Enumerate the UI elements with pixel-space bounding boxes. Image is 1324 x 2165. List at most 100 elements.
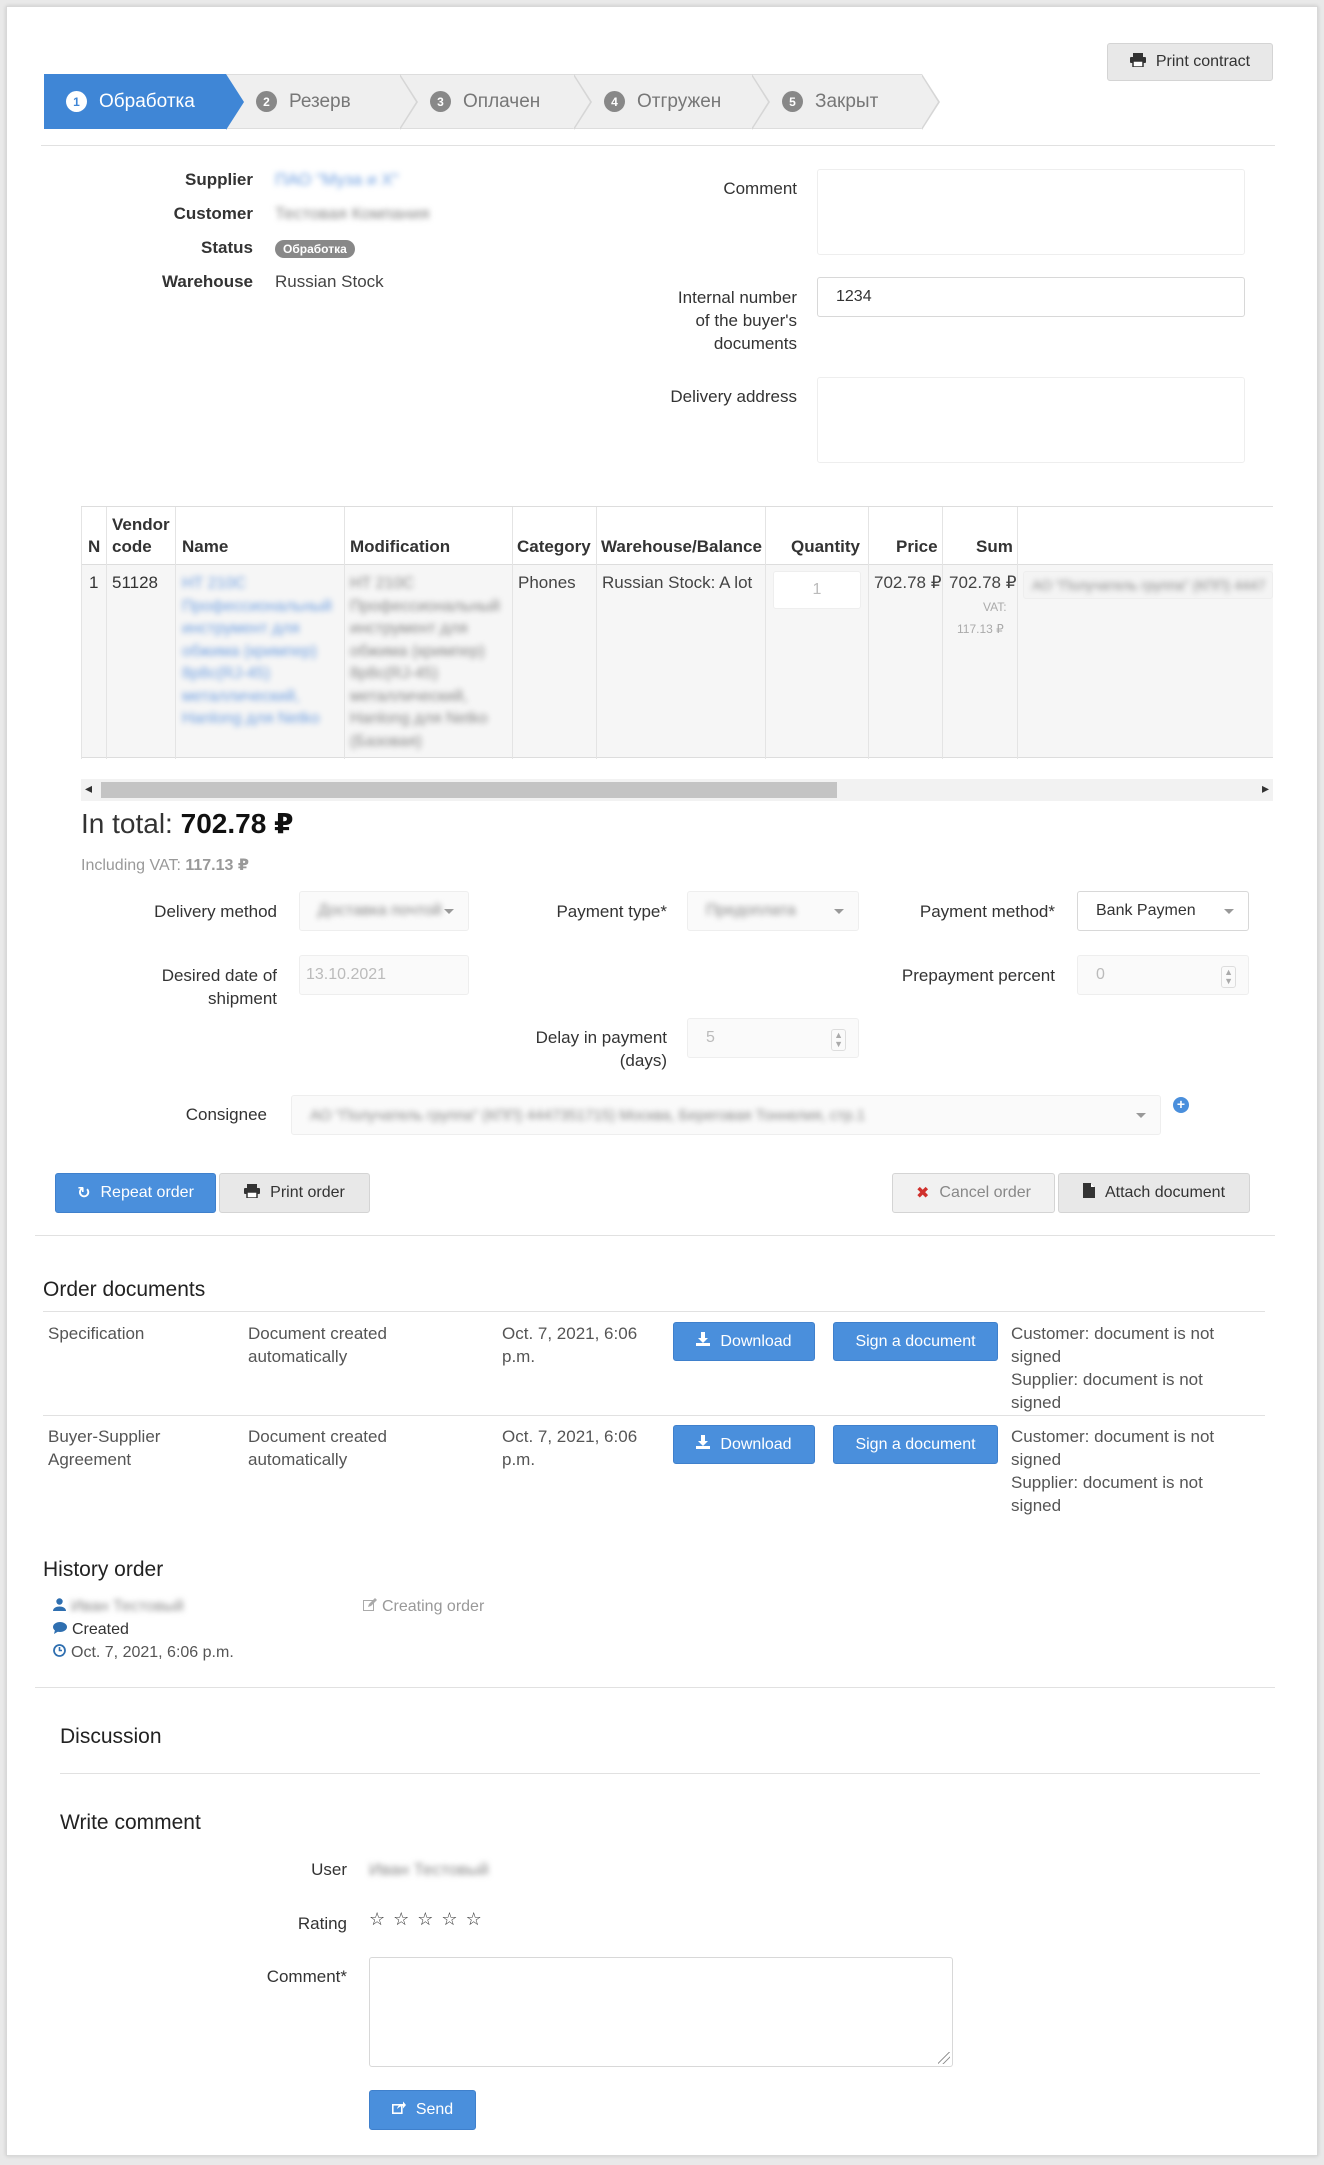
comment-field[interactable] (369, 1957, 953, 2067)
payment-method-select[interactable]: Bank Paymen (1077, 891, 1249, 931)
doc-created-2: automatically (248, 1347, 348, 1366)
including-vat: Including VAT: 117.13 ₽ (81, 855, 249, 875)
step-label: Закрыт (815, 90, 879, 112)
delay-input[interactable]: 5 ▲ ▼ (687, 1018, 859, 1058)
comment-textarea[interactable] (817, 169, 1245, 255)
print-order-button[interactable]: Print order (219, 1173, 370, 1213)
repeat-order-button[interactable]: ↻ Repeat order (55, 1173, 216, 1213)
scroll-thumb[interactable] (101, 782, 837, 798)
doc-supplier-status-1: Supplier: document is not (1011, 1370, 1203, 1389)
resize-handle-icon[interactable] (938, 2052, 950, 2064)
doc-date-2: p.m. (502, 1347, 536, 1366)
payment-type-select[interactable]: Предоплата (687, 891, 859, 931)
row-n: 1 (89, 573, 99, 592)
attach-document-button[interactable]: Attach document (1058, 1173, 1250, 1213)
desired-date-input[interactable]: 13.10.2021 (299, 955, 469, 995)
close-icon: ✖ (915, 1185, 930, 1202)
user-value: Иван Тестовый (369, 1860, 489, 1879)
customer-label: Customer (173, 204, 253, 223)
internal-number-label-2: of the buyer's (695, 311, 797, 330)
doc-supplier-status-1: Supplier: document is not (1011, 1473, 1203, 1492)
step-label: Оплачен (463, 90, 541, 112)
internal-number-input[interactable]: 1234 (817, 277, 1245, 317)
send-button[interactable]: Send (369, 2090, 476, 2130)
sign-document-button[interactable]: Sign a document (833, 1322, 998, 1361)
doc-customer-status-1: Customer: document is not (1011, 1427, 1215, 1446)
page-frame: Print contract 1 Обработка 2 Резерв 3 Оп… (6, 6, 1318, 2156)
step-number: 1 (66, 91, 87, 112)
comment-field-label: Comment* (266, 1967, 347, 1986)
star-icon[interactable]: ☆ (417, 1909, 433, 1929)
doc-customer-status-1: Customer: document is not (1011, 1324, 1215, 1343)
step-number: 2 (256, 91, 277, 112)
scroll-left-icon[interactable]: ◂ (85, 780, 92, 797)
col-sum: Sum (976, 537, 1013, 556)
step-label: Резерв (289, 90, 351, 112)
rating-stars[interactable]: ☆ ☆ ☆ ☆ ☆ (369, 1909, 490, 1930)
download-button[interactable]: Download (673, 1425, 815, 1464)
col-modification: Modification (350, 537, 451, 556)
edit-icon (363, 1598, 377, 1616)
payment-method-label: Payment method* (919, 902, 1055, 921)
step-closed[interactable]: 5 Закрыт (752, 74, 940, 130)
col-warehouse: Warehouse/Balance (601, 537, 762, 556)
doc-name: Specification (48, 1324, 145, 1343)
sign-document-button[interactable]: Sign a document (833, 1425, 998, 1464)
col-category: Category (517, 537, 591, 556)
row-modification: НТ 210С Профессиональный инструмент для обж… (350, 575, 500, 750)
write-comment-title: Write comment (60, 1811, 201, 1834)
including-vat-label: Including VAT: (81, 857, 181, 874)
step-reserve[interactable]: 2 Резерв (226, 74, 418, 130)
prepayment-input[interactable]: 0 ▲ ▼ (1077, 955, 1249, 995)
including-vat-value: 117.13 ₽ (185, 857, 249, 874)
row-consignee-select[interactable]: АО "Получатель группа" (КПП) 4447 (1023, 571, 1273, 599)
consignee-select[interactable]: АО "Получатель группа" (КПП) 4447351715)… (291, 1095, 1161, 1135)
customer-value: Тестовая Компания (275, 204, 430, 223)
doc-name: Buyer-Supplier (48, 1427, 161, 1446)
doc-created-2: automatically (248, 1450, 348, 1469)
doc-date-1: Oct. 7, 2021, 6:06 (502, 1427, 638, 1446)
spinner-icon[interactable]: ▲ ▼ (1221, 966, 1236, 988)
delivery-method-label: Delivery method (154, 902, 277, 921)
file-icon (1082, 1183, 1095, 1203)
doc-customer-status-2: signed (1011, 1450, 1062, 1469)
row-warehouse: Russian Stock: A lot (602, 573, 753, 592)
add-consignee-icon[interactable]: + (1173, 1097, 1189, 1113)
scroll-right-icon[interactable]: ▸ (1262, 780, 1269, 797)
comment-icon (53, 1621, 67, 1639)
download-icon (696, 1435, 711, 1454)
step-processing[interactable]: 1 Обработка (44, 74, 244, 130)
delivery-method-select[interactable]: Доставка почтой (299, 891, 469, 931)
consignee-label: Consignee (185, 1105, 267, 1124)
doc-name-2: Agreement (48, 1450, 132, 1469)
star-icon[interactable]: ☆ (466, 1909, 482, 1929)
step-number: 5 (782, 91, 803, 112)
total-value: 702.78 ₽ (180, 808, 294, 839)
star-icon[interactable]: ☆ (369, 1909, 385, 1929)
row-name-link[interactable]: НТ 210С Профессиональный инструмент для обж… (182, 573, 342, 731)
products-table: N Vendor code Name Modification Category… (81, 506, 1273, 759)
delay-label-2: (days) (619, 1051, 667, 1070)
step-number: 4 (604, 91, 625, 112)
printer-icon (244, 1183, 261, 1203)
col-quantity: Quantity (791, 537, 860, 556)
table-horizontal-scrollbar[interactable]: ◂ ▸ (81, 779, 1273, 801)
download-button[interactable]: Download (673, 1322, 815, 1361)
step-shipped[interactable]: 4 Отгружен (574, 74, 770, 130)
delivery-address-textarea[interactable] (817, 377, 1245, 463)
star-icon[interactable]: ☆ (393, 1909, 409, 1929)
warehouse-value: Russian Stock (275, 272, 384, 291)
star-icon[interactable]: ☆ (441, 1909, 457, 1929)
supplier-link[interactable]: ПАО "Муза и Х" (275, 170, 399, 190)
cancel-order-button[interactable]: ✖ Cancel order (892, 1173, 1055, 1213)
spinner-icon[interactable]: ▲ ▼ (831, 1029, 846, 1051)
step-label: Обработка (99, 90, 195, 112)
col-vendor-code-1: Vendor (112, 515, 170, 534)
prepayment-label: Prepayment percent (901, 966, 1055, 985)
quantity-input[interactable]: 1 (773, 571, 861, 609)
print-contract-button[interactable]: Print contract (1107, 43, 1273, 81)
step-paid[interactable]: 3 Оплачен (400, 74, 592, 130)
total: In total: 702.78 ₽ (81, 807, 294, 840)
step-label: Отгружен (637, 90, 722, 112)
order-status-stepper: 1 Обработка 2 Резерв 3 Оплачен 4 Отгруже… (44, 74, 940, 130)
